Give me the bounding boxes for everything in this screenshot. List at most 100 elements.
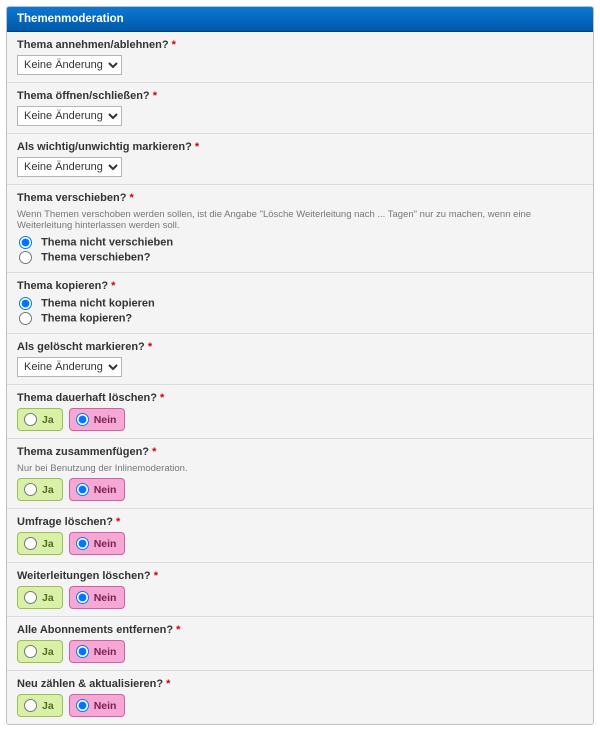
row-openclose: Thema öffnen/schließen? * Keine Änderung [7,82,593,133]
select-approve[interactable]: Keine Änderung [17,55,122,75]
required-mark: * [152,446,156,458]
label-merge: Thema zusammenfügen? * [17,446,583,462]
label-openclose: Thema öffnen/schließen? * [17,90,583,106]
row-harddel: Thema dauerhaft löschen? * Ja Nein [7,384,593,438]
required-mark: * [166,678,170,690]
row-move: Thema verschieben? * Wenn Themen verscho… [7,184,593,272]
pill-harddel-yes[interactable]: Ja [17,408,63,431]
required-mark: * [111,280,115,292]
row-subs: Alle Abonnements entfernen? * Ja Nein [7,616,593,670]
pill-harddel-yes-input[interactable] [24,413,37,426]
select-important[interactable]: Keine Änderung [17,157,122,177]
pill-redirdel-yes[interactable]: Ja [17,586,63,609]
pill-yes-text: Ja [42,414,54,426]
label-polldel-text: Umfrage löschen? [17,516,113,528]
pill-subs-no[interactable]: Nein [69,640,126,663]
label-polldel: Umfrage löschen? * [17,516,583,532]
row-approve: Thema annehmen/ablehnen? * Keine Änderun… [7,32,593,82]
pill-redirdel-no-input[interactable] [76,591,89,604]
label-harddel-text: Thema dauerhaft löschen? [17,392,157,404]
pill-no-text: Nein [94,592,117,604]
label-subs: Alle Abonnements entfernen? * [17,624,583,640]
radio-move-no-label: Thema nicht verschieben [41,237,173,249]
label-redirdel-text: Weiterleitungen löschen? [17,570,151,582]
desc-merge: Nur bei Benutzung der Inlinemoderation. [17,463,583,474]
label-recount: Neu zählen & aktualisieren? * [17,678,583,694]
label-subs-text: Alle Abonnements entfernen? [17,624,173,636]
pill-yes-text: Ja [42,646,54,658]
pill-harddel-no-input[interactable] [76,413,89,426]
radio-copy-yes-label: Thema kopieren? [41,313,132,325]
radio-move-yes-label: Thema verschieben? [41,252,150,264]
row-merge: Thema zusammenfügen? * Nur bei Benutzung… [7,438,593,508]
pill-polldel-yes[interactable]: Ja [17,532,63,555]
required-mark: * [130,192,134,204]
label-important: Als wichtig/unwichtig markieren? * [17,141,583,157]
row-polldel: Umfrage löschen? * Ja Nein [7,508,593,562]
required-mark: * [195,141,199,153]
label-important-text: Als wichtig/unwichtig markieren? [17,141,192,153]
pill-subs-yes[interactable]: Ja [17,640,63,663]
pill-redirdel-yes-input[interactable] [24,591,37,604]
pill-yes-text: Ja [42,700,54,712]
radio-copy-no[interactable]: Thema nicht kopieren [17,296,583,311]
radio-move-yes-input[interactable] [19,251,32,264]
pill-recount-no-input[interactable] [76,699,89,712]
required-mark: * [153,90,157,102]
yn-harddel: Ja Nein [17,408,583,431]
desc-move: Wenn Themen verschoben werden sollen, is… [17,209,583,231]
pill-merge-no-input[interactable] [76,483,89,496]
row-redirdel: Weiterleitungen löschen? * Ja Nein [7,562,593,616]
label-approve-text: Thema annehmen/ablehnen? [17,39,169,51]
radio-move-no[interactable]: Thema nicht verschieben [17,235,583,250]
label-approve: Thema annehmen/ablehnen? * [17,39,583,55]
row-important: Als wichtig/unwichtig markieren? * Keine… [7,133,593,184]
pill-polldel-no[interactable]: Nein [69,532,126,555]
label-redirdel: Weiterleitungen löschen? * [17,570,583,586]
radio-copy-yes[interactable]: Thema kopieren? [17,311,583,326]
required-mark: * [160,392,164,404]
pill-polldel-no-input[interactable] [76,537,89,550]
label-merge-text: Thema zusammenfügen? [17,446,149,458]
pill-no-text: Nein [94,700,117,712]
radio-copy-no-input[interactable] [19,297,32,310]
pill-subs-yes-input[interactable] [24,645,37,658]
pill-harddel-no[interactable]: Nein [69,408,126,431]
row-copy: Thema kopieren? * Thema nicht kopieren T… [7,272,593,333]
yn-merge: Ja Nein [17,478,583,501]
label-copy: Thema kopieren? * [17,280,583,296]
label-harddel: Thema dauerhaft löschen? * [17,392,583,408]
select-deleted[interactable]: Keine Änderung [17,357,122,377]
required-mark: * [148,341,152,353]
pill-yes-text: Ja [42,592,54,604]
pill-recount-yes[interactable]: Ja [17,694,63,717]
pill-no-text: Nein [94,538,117,550]
pill-merge-yes[interactable]: Ja [17,478,63,501]
pill-recount-yes-input[interactable] [24,699,37,712]
pill-no-text: Nein [94,646,117,658]
panel-body: Thema annehmen/ablehnen? * Keine Änderun… [7,32,593,724]
select-openclose[interactable]: Keine Änderung [17,106,122,126]
pill-subs-no-input[interactable] [76,645,89,658]
required-mark: * [116,516,120,528]
label-openclose-text: Thema öffnen/schließen? [17,90,150,102]
pill-redirdel-no[interactable]: Nein [69,586,126,609]
pill-recount-no[interactable]: Nein [69,694,126,717]
pill-merge-no[interactable]: Nein [69,478,126,501]
radio-move-yes[interactable]: Thema verschieben? [17,250,583,265]
radio-move-no-input[interactable] [19,236,32,249]
pill-yes-text: Ja [42,484,54,496]
pill-polldel-yes-input[interactable] [24,537,37,550]
required-mark: * [176,624,180,636]
label-recount-text: Neu zählen & aktualisieren? [17,678,163,690]
radio-copy-yes-input[interactable] [19,312,32,325]
panel-header: Themenmoderation [7,7,593,32]
required-mark: * [154,570,158,582]
pill-no-text: Nein [94,414,117,426]
label-copy-text: Thema kopieren? [17,280,108,292]
yn-polldel: Ja Nein [17,532,583,555]
required-mark: * [172,39,176,51]
pill-merge-yes-input[interactable] [24,483,37,496]
yn-subs: Ja Nein [17,640,583,663]
pill-yes-text: Ja [42,538,54,550]
